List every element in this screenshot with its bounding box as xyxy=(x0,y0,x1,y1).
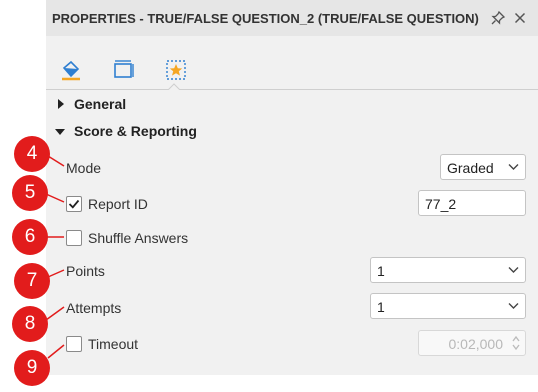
callout-badge-5: 5 xyxy=(12,175,48,211)
callout-badge-8: 8 xyxy=(12,306,48,342)
callout-badge-9: 9 xyxy=(14,350,50,386)
callout-badge-6: 6 xyxy=(12,219,48,255)
callout-badge-4: 4 xyxy=(14,136,50,172)
callout-badge-7: 7 xyxy=(14,263,50,299)
callout-lines xyxy=(45,155,65,359)
